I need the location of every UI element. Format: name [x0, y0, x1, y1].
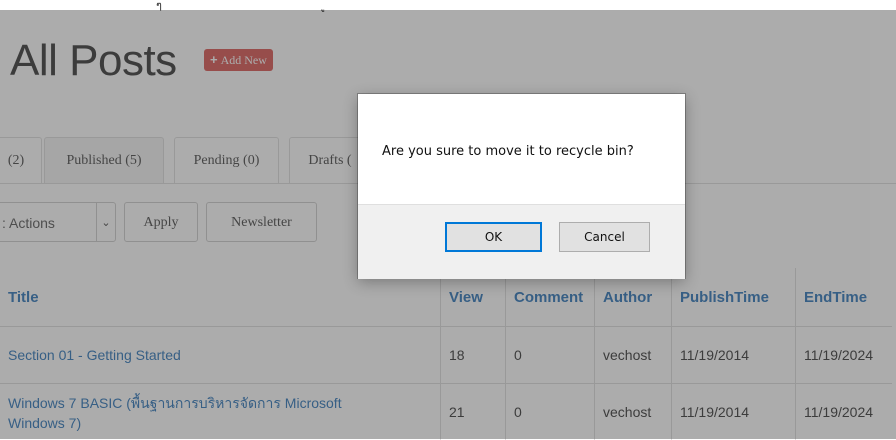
confirm-dialog: Are you sure to move it to recycle bin? … — [358, 94, 685, 278]
ok-button[interactable]: OK — [445, 222, 542, 252]
confirm-message: Are you sure to move it to recycle bin? — [382, 144, 634, 159]
dialog-footer: OK Cancel — [358, 204, 685, 279]
cancel-button[interactable]: Cancel — [559, 222, 650, 252]
